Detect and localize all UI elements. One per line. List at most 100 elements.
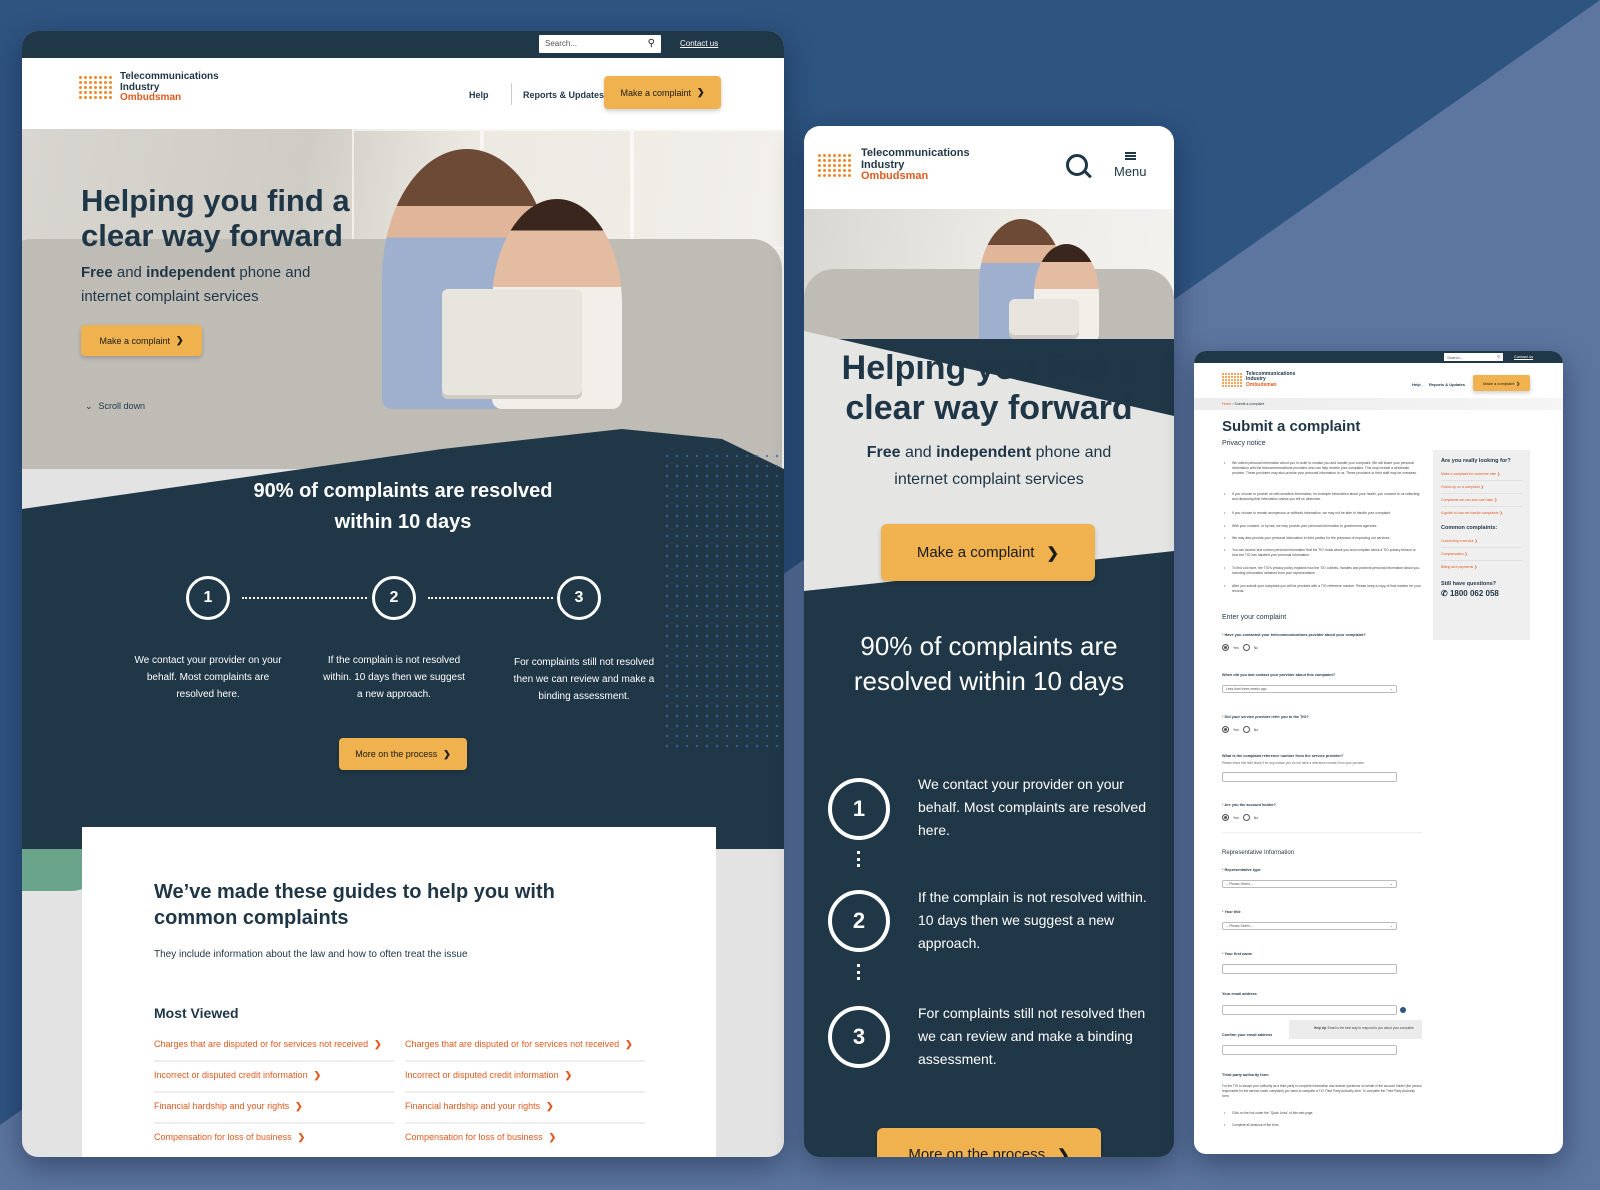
field-label: What is the complaint reference number f… — [1222, 754, 1344, 758]
chevron-right-icon: ❯ — [443, 748, 451, 759]
help-info-icon[interactable] — [1400, 1007, 1406, 1013]
chevron-down-icon: ⌄ — [1389, 686, 1393, 691]
step-3-circle: 3 — [557, 576, 601, 620]
chevron-right-icon: ❯ — [297, 1132, 306, 1142]
field-label: * Have you contacted your telecommunicat… — [1222, 633, 1366, 637]
mobile-more-on-process-button[interactable]: More on the process ❯ — [877, 1128, 1101, 1157]
sidebar-link[interactable]: A guide to how we handle complaints ❯ — [1441, 507, 1522, 519]
search-input[interactable]: Search... ⚲ — [539, 35, 661, 53]
chevron-down-icon: ⌄ — [1389, 923, 1393, 928]
reference-number-input[interactable] — [1222, 772, 1397, 782]
field-label: * Are you the account holder? — [1222, 803, 1276, 807]
step-1-text: We contact your provider on your behalf.… — [918, 776, 1146, 838]
guide-link[interactable]: Incorrect or disputed credit information… — [405, 1062, 645, 1093]
mobile-hero-subtitle: Free and independent phone and internet … — [866, 444, 1112, 488]
search-input[interactable]: Search... ⚲ — [1444, 353, 1503, 361]
nav-help[interactable]: Help — [469, 90, 489, 100]
field-label: * Did your service provider refer you to… — [1222, 715, 1309, 719]
mobile-hero-title: Helping you find a clear way forward — [841, 349, 1137, 427]
more-on-process-button[interactable]: More on the process ❯ — [339, 738, 467, 770]
search-icon[interactable]: ⚲ — [1497, 354, 1500, 359]
mobile-homepage-mockup: Telecommunications Industry Ombudsman Me… — [804, 126, 1174, 1157]
third-party-bullet: Click on the link under the "Quick Links… — [1222, 1111, 1422, 1116]
first-name-input[interactable] — [1222, 964, 1397, 974]
confirm-email-input[interactable] — [1222, 1045, 1397, 1055]
nav-reports-updates[interactable]: Reports & Updates — [523, 90, 604, 100]
last-contact-select[interactable]: Less than three weeks ago ⌄ — [1222, 685, 1397, 693]
step-connector — [242, 597, 367, 599]
guide-link[interactable]: Compensation for loss of business ❯ — [405, 1124, 645, 1155]
sidebar-link[interactable]: Compensation ❯ — [1441, 548, 1522, 561]
field-hint: Please leave this field blank if for any… — [1222, 761, 1365, 765]
radio-group-account-holder: Yes No — [1222, 814, 1258, 821]
chevron-right-icon: ❯ — [374, 1039, 382, 1049]
radio-no[interactable] — [1242, 726, 1250, 733]
guide-link[interactable]: Compensation for loss of business ❯ — [154, 1124, 394, 1155]
utility-bar: Search... ⚲ Contact us — [22, 31, 784, 58]
chevron-right-icon: ❯ — [1057, 1147, 1070, 1157]
breadcrumb: Home › Submit a complaint — [1194, 398, 1563, 410]
scroll-down-link[interactable]: ⌄ Scroll down — [85, 401, 145, 412]
privacy-bullet: If you choose to provide us with sensiti… — [1222, 492, 1422, 502]
sidebar-link[interactable]: Follow up on a complaint ❯ — [1441, 481, 1522, 494]
hero-subtitle: Free and independent phone and internet … — [81, 264, 311, 305]
guide-link[interactable]: Charges that are disputed or for service… — [154, 1031, 394, 1062]
guides-title: We’ve made these guides to help you with… — [154, 881, 555, 929]
radio-no[interactable] — [1242, 644, 1250, 651]
help-sidebar: Are you really looking for? Make a compl… — [1433, 450, 1530, 640]
mobile-hero-photo — [804, 209, 1174, 339]
representative-type-select[interactable]: -- Please Select -- ⌄ — [1222, 880, 1397, 888]
tio-logo[interactable]: Telecommunications Industry Ombudsman — [79, 71, 219, 104]
phone-number[interactable]: ✆ 1800 062 058 — [1441, 589, 1522, 598]
field-label: Confirm your email address — [1222, 1033, 1273, 1037]
search-icon[interactable] — [1066, 154, 1088, 176]
tio-logo[interactable]: Telecommunications Industry Ombudsman — [1222, 371, 1295, 388]
help-tip-tooltip: Help tip: Email is the best way to respo… — [1289, 1020, 1422, 1039]
logo-line-1: Telecommunications — [120, 71, 219, 82]
email-input[interactable] — [1222, 1005, 1397, 1015]
sidebar-link[interactable]: Billing and payments ❯ — [1441, 561, 1522, 573]
chevron-right-icon: ❯ — [625, 1039, 633, 1049]
radio-yes[interactable] — [1222, 814, 1229, 821]
third-party-heading: Third party authority form — [1222, 1073, 1269, 1077]
radio-yes[interactable] — [1222, 644, 1229, 651]
guide-link[interactable]: Financial hardship and your rights ❯ — [154, 1093, 394, 1124]
chevron-right-icon: ❯ — [564, 1070, 573, 1080]
step-3-text: For complaints still not resolved then w… — [918, 1005, 1146, 1067]
hero-photo-laptop — [442, 289, 582, 399]
enter-complaint-heading: Enter your complaint — [1222, 614, 1287, 621]
step-1-circle: 1 — [828, 778, 890, 840]
hero-make-complaint-button[interactable]: Make a complaint ❯ — [81, 325, 202, 356]
header-make-complaint-button[interactable]: Make a complaint ❯ — [604, 76, 721, 109]
chevron-right-icon: ❯ — [313, 1070, 322, 1080]
contact-us-link[interactable]: Contact us — [1514, 354, 1533, 359]
guide-link[interactable]: Charges that are disputed or for service… — [405, 1031, 645, 1062]
privacy-bullet: We collect personal information about yo… — [1222, 461, 1422, 476]
step-2-text: If the complain is not resolved within. … — [323, 655, 465, 700]
contact-us-link[interactable]: Contact us — [680, 39, 718, 48]
step-connector — [857, 851, 860, 867]
privacy-bullet: After you submit your complaint you will… — [1222, 584, 1422, 594]
nav-help[interactable]: Help — [1412, 382, 1421, 387]
sidebar-link[interactable]: Complaints we can and can't take ❯ — [1441, 494, 1522, 507]
title-select[interactable]: -- Please Select -- ⌄ — [1222, 922, 1397, 930]
radio-yes[interactable] — [1222, 726, 1229, 733]
chevron-right-icon: ❯ — [546, 1101, 554, 1111]
tio-logo[interactable]: Telecommunications Industry Ombudsman — [818, 147, 970, 183]
breadcrumb-home[interactable]: Home — [1222, 402, 1231, 406]
guide-link[interactable]: Financial hardship and your rights ❯ — [405, 1093, 645, 1124]
sidebar-link[interactable]: Make a complaint for someone else ❯ — [1441, 468, 1522, 481]
nav-reports-updates[interactable]: Reports & Updates — [1429, 382, 1465, 387]
dotted-arrows-logo-icon — [818, 153, 851, 177]
sidebar-link[interactable]: Connecting a service ❯ — [1441, 535, 1522, 548]
privacy-bullet: With your consent, or by law, we may pro… — [1222, 524, 1422, 529]
header-make-complaint-button[interactable]: Make a complaint ❯ — [1473, 375, 1530, 391]
submit-complaint-form-mockup: Search... ⚲ Contact us Telecommunications… — [1194, 351, 1563, 1154]
guide-link[interactable]: Incorrect or disputed credit information… — [154, 1062, 394, 1093]
menu-button[interactable]: Menu — [1114, 152, 1147, 179]
third-party-bullet: Complete all sections of the form. — [1222, 1123, 1422, 1128]
mobile-make-complaint-button[interactable]: Make a complaint ❯ — [881, 524, 1095, 581]
radio-no[interactable] — [1242, 814, 1250, 821]
search-icon[interactable]: ⚲ — [648, 38, 655, 49]
field-label: When did you last contact your provider … — [1222, 673, 1336, 677]
